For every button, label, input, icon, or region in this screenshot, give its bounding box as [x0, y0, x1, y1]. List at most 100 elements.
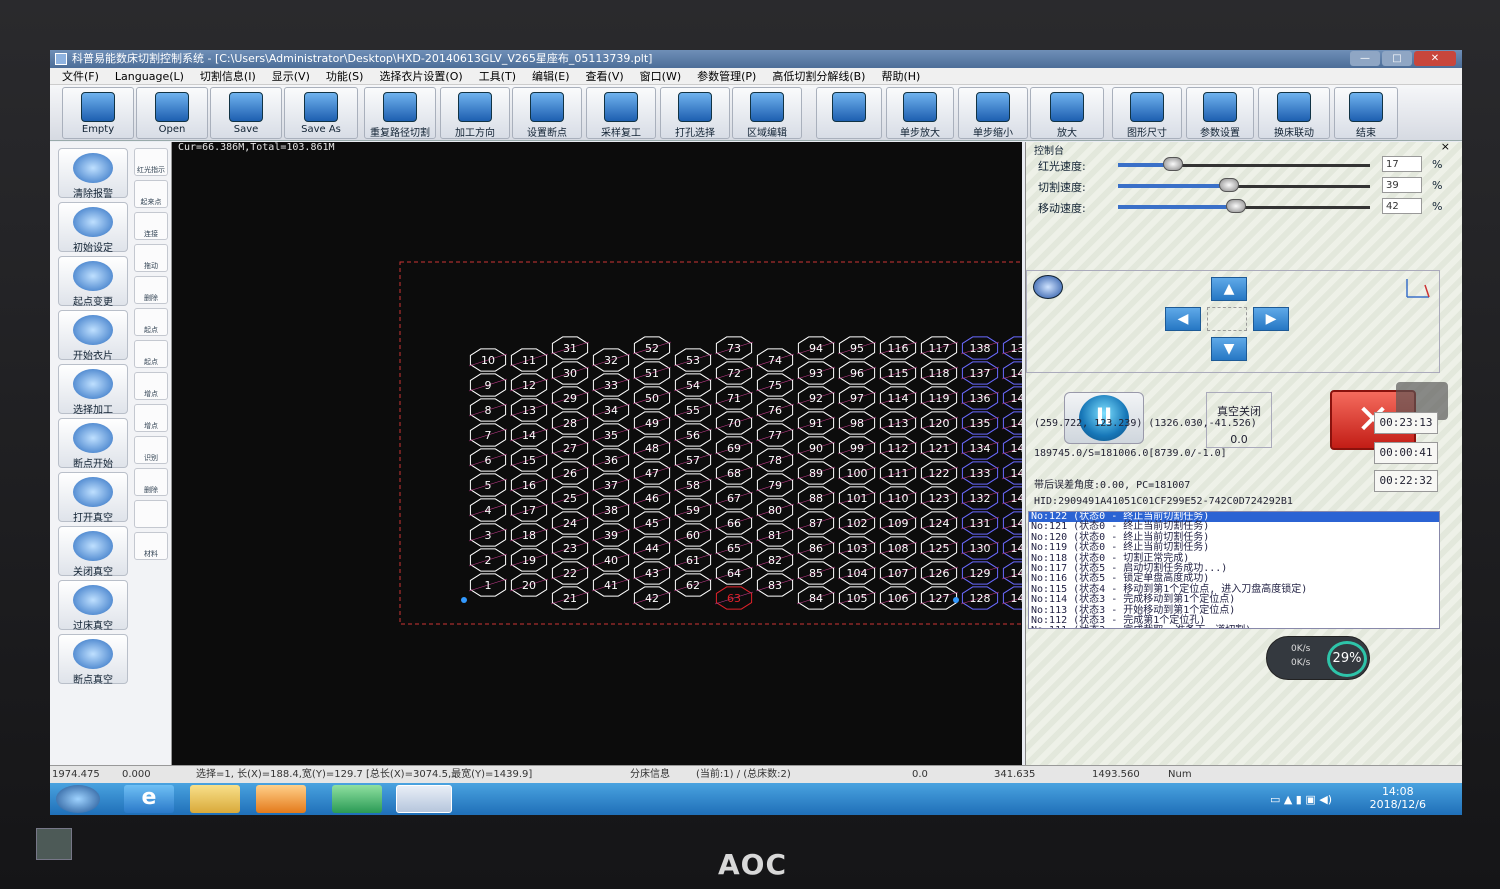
- toolbar-direction-button[interactable]: 加工方向: [440, 87, 510, 139]
- small-tool-button[interactable]: 连接: [134, 212, 168, 240]
- side-button[interactable]: 关闭真空: [58, 526, 128, 578]
- jog-up-button[interactable]: ▲: [1211, 277, 1247, 301]
- toolbar-bed-button[interactable]: 换床联动: [1258, 87, 1330, 139]
- minimize-button[interactable]: —: [1350, 51, 1380, 66]
- speed-slider[interactable]: 切割速度: 39%: [1038, 177, 1448, 195]
- path-icon: [383, 92, 417, 122]
- piece-number: 3: [485, 529, 492, 542]
- toolbar-zoom-in-button[interactable]: 单步放大: [886, 87, 954, 139]
- piece-number: 11: [522, 354, 536, 367]
- toolbar-disk-2-button[interactable]: Save As: [284, 87, 358, 139]
- toolbar-enlarge-button[interactable]: 放大: [1030, 87, 1104, 139]
- toolbar-gear-button[interactable]: 参数设置: [1186, 87, 1254, 139]
- menu-item[interactable]: 帮助(H): [881, 68, 920, 84]
- status-log-list[interactable]: No:122 (状态0 - 终止当前切割任务) No:121 (状态0 - 终止当…: [1028, 511, 1440, 629]
- menu-item[interactable]: 窗口(W): [640, 68, 681, 84]
- energy-sticker: [36, 828, 72, 860]
- slider-value[interactable]: 17: [1382, 156, 1422, 172]
- slider-value[interactable]: 42: [1382, 198, 1422, 214]
- menu-item[interactable]: 文件(F): [62, 68, 99, 84]
- small-tool-button[interactable]: 识别: [134, 436, 168, 464]
- small-tool-button[interactable]: 材料: [134, 532, 168, 560]
- jog-right-button[interactable]: ▶: [1253, 307, 1289, 331]
- cutting-canvas[interactable]: Cur=66.386M,Total=103.861M 10 9 8 7 6 5 4 3 2 1 11…: [172, 142, 1022, 765]
- piece-number: 59: [686, 504, 700, 517]
- small-tool-button[interactable]: 增点: [134, 404, 168, 432]
- control-panel-close-icon[interactable]: ×: [1441, 140, 1450, 153]
- small-tool-button[interactable]: 起点: [134, 340, 168, 368]
- toolbar-ruler-button[interactable]: 图形尺寸: [1112, 87, 1182, 139]
- side-button[interactable]: 断点开始: [58, 418, 128, 470]
- side-button[interactable]: 起点变更: [58, 256, 128, 308]
- side-button[interactable]: 过床真空: [58, 580, 128, 632]
- close-button[interactable]: ✕: [1414, 51, 1456, 66]
- toolbar-sample-button[interactable]: 采样复工: [586, 87, 656, 139]
- side-button-icon: [73, 261, 113, 291]
- side-button[interactable]: 断点真空: [58, 634, 128, 686]
- toolbar-path-button[interactable]: 重复路径切割: [364, 87, 436, 139]
- toolbar-disk-button[interactable]: Save: [210, 87, 282, 139]
- menu-item[interactable]: 参数管理(P): [697, 68, 756, 84]
- start-button[interactable]: [56, 785, 100, 813]
- piece-number: 123: [929, 492, 950, 505]
- small-tool-button[interactable]: [134, 500, 168, 528]
- slider-knob[interactable]: [1163, 157, 1183, 171]
- ruler-icon: [1130, 92, 1164, 122]
- media-player-icon[interactable]: [256, 785, 306, 813]
- small-tool-button[interactable]: 删除: [134, 276, 168, 304]
- toolbar-power-button[interactable]: 结束: [1334, 87, 1398, 139]
- toolbar-axis-button[interactable]: [816, 87, 882, 139]
- piece-number: 109: [888, 517, 909, 530]
- piece-number: 148: [1011, 567, 1023, 580]
- menu-item[interactable]: 查看(V): [586, 68, 624, 84]
- toolbar-punch-button[interactable]: 打孔选择: [660, 87, 730, 139]
- menu-item[interactable]: 工具(T): [479, 68, 516, 84]
- maximize-button[interactable]: □: [1382, 51, 1412, 66]
- speed-slider[interactable]: 红光速度: 17%: [1038, 156, 1448, 174]
- slider-value[interactable]: 39: [1382, 177, 1422, 193]
- side-button[interactable]: 打开真空: [58, 472, 128, 524]
- piece-number: 110: [888, 492, 909, 505]
- menu-item[interactable]: 编辑(E): [532, 68, 570, 84]
- jog-down-button[interactable]: ▼: [1211, 337, 1247, 361]
- left-toolbar: 清除报警 初始设定 起点变更 开始衣片 选择加工 断点开始 打开真空 关闭真空 过床真空 断点真空…: [50, 142, 172, 765]
- toolbar-region-button[interactable]: 区域编辑: [732, 87, 802, 139]
- menu-item[interactable]: 选择衣片设置(O): [379, 68, 462, 84]
- piece-number: 95: [850, 342, 864, 355]
- piece-number: 94: [809, 342, 823, 355]
- axis-icon: [1406, 279, 1430, 298]
- browser-icon[interactable]: [332, 785, 382, 813]
- small-tool-button[interactable]: 起点: [134, 308, 168, 336]
- status-bar: 1974.475 0.000 选择=1, 长(X)=188.4,宽(Y)=129…: [50, 765, 1462, 783]
- piece-number: 144: [1011, 467, 1023, 480]
- cutting-app-task[interactable]: [396, 785, 452, 813]
- jog-left-button[interactable]: ◀: [1165, 307, 1201, 331]
- toolbar-zoom-out-button[interactable]: 单步缩小: [958, 87, 1028, 139]
- status-bed-info: (当前:1) / (总床数:2): [696, 769, 791, 780]
- side-button[interactable]: 选择加工: [58, 364, 128, 416]
- ie-icon[interactable]: e: [124, 785, 174, 813]
- small-tool-button[interactable]: 拖动: [134, 244, 168, 272]
- side-button[interactable]: 开始衣片: [58, 310, 128, 362]
- small-tool-label: 删除: [144, 486, 158, 494]
- logo-icon: [1033, 275, 1063, 299]
- small-tool-button[interactable]: 起来点: [134, 180, 168, 208]
- side-button[interactable]: 初始设定: [58, 202, 128, 254]
- log-row[interactable]: No:111 (状态3 - 完成截取, 准备下一道切割): [1029, 626, 1439, 628]
- menu-item[interactable]: 高低切割分解线(B): [772, 68, 865, 84]
- toolbar-breakpoint-button[interactable]: 设置断点: [512, 87, 582, 139]
- menu-item[interactable]: Language(L): [115, 68, 184, 84]
- menu-item[interactable]: 功能(S): [326, 68, 364, 84]
- side-button[interactable]: 清除报警: [58, 148, 128, 200]
- slider-knob[interactable]: [1219, 178, 1239, 192]
- folder-icon[interactable]: [190, 785, 240, 813]
- slider-knob[interactable]: [1226, 199, 1246, 213]
- small-tool-button[interactable]: 红光指示: [134, 148, 168, 176]
- toolbar-folder-button[interactable]: Open: [136, 87, 208, 139]
- small-tool-button[interactable]: 增点: [134, 372, 168, 400]
- menu-item[interactable]: 切割信息(I): [200, 68, 256, 84]
- small-tool-button[interactable]: 删除: [134, 468, 168, 496]
- speed-slider[interactable]: 移动速度: 42%: [1038, 198, 1448, 216]
- toolbar-window-button[interactable]: Empty: [62, 87, 134, 139]
- menu-item[interactable]: 显示(V): [272, 68, 310, 84]
